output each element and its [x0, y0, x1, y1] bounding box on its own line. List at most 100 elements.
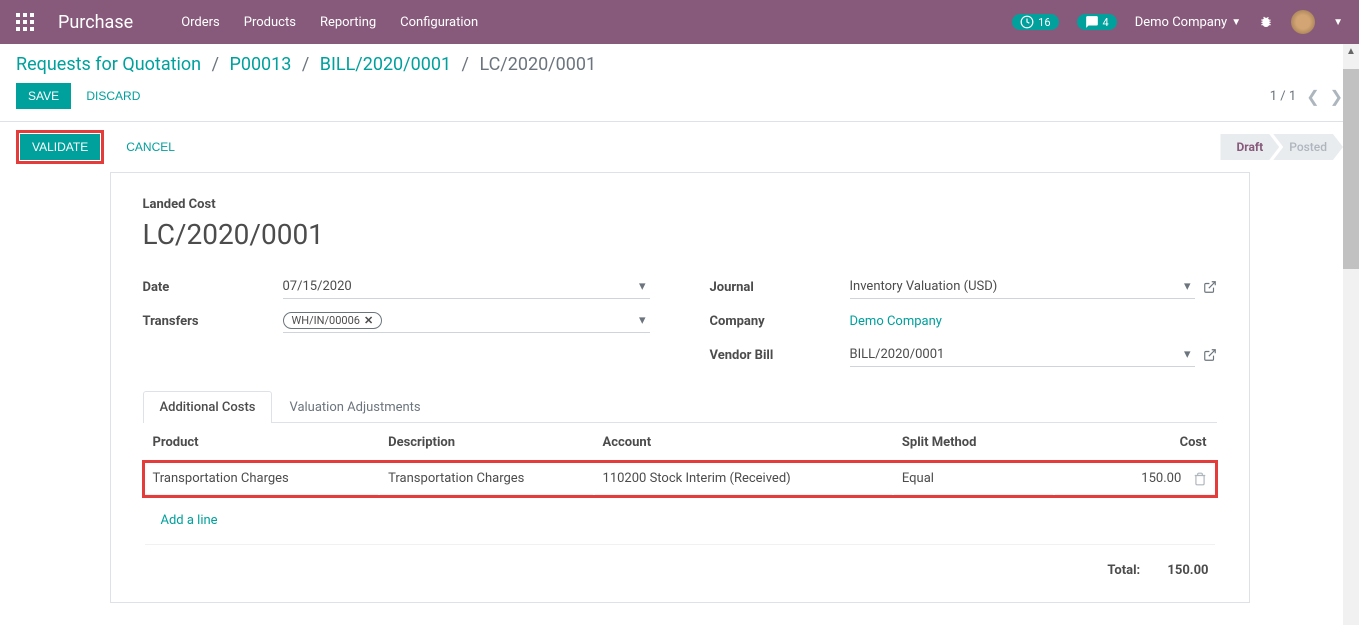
status-posted[interactable]: Posted	[1273, 134, 1343, 160]
cost-value: 150.00	[1141, 471, 1181, 486]
topbar-right: 16 4 Demo Company ▼ ▼	[1012, 10, 1343, 34]
company-link[interactable]: Demo Company	[850, 309, 1217, 333]
messages-count: 4	[1103, 16, 1109, 29]
journal-value: Inventory Valuation (USD)	[850, 279, 998, 294]
table-row[interactable]: Transportation Charges Transportation Ch…	[145, 463, 1215, 495]
pager: 1 / 1 ❮ ❯	[1270, 87, 1343, 106]
delete-row-icon[interactable]	[1193, 471, 1207, 486]
add-line-row: Add a line	[145, 497, 1215, 545]
tab-additional-costs[interactable]: Additional Costs	[143, 391, 273, 423]
vendor-bill-value: BILL/2020/0001	[850, 347, 945, 362]
form-col-left: Date 07/15/2020 ▾ Transfers WH/IN/00006 …	[143, 275, 650, 367]
form-title: LC/2020/0001	[143, 218, 1217, 251]
validate-button[interactable]: Validate	[20, 134, 100, 160]
nav-configuration[interactable]: Configuration	[400, 15, 478, 30]
vendor-bill-external-link-icon[interactable]	[1203, 348, 1217, 363]
app-title[interactable]: Purchase	[58, 12, 133, 33]
caret-down-icon: ▼	[1231, 17, 1241, 28]
field-date: Date 07/15/2020 ▾	[143, 275, 650, 299]
scroll-up-icon[interactable]: ▲	[1343, 44, 1359, 59]
save-button[interactable]: Save	[16, 83, 71, 109]
date-label: Date	[143, 280, 283, 295]
total-row: Total: 150.00	[143, 547, 1217, 578]
th-product: Product	[145, 425, 379, 461]
form-col-right: Journal Inventory Valuation (USD) ▾ Comp…	[710, 275, 1217, 367]
activity-count: 16	[1038, 16, 1050, 29]
journal-external-link-icon[interactable]	[1203, 280, 1217, 295]
cell-split-method[interactable]: Equal	[894, 463, 1053, 495]
nav-reporting[interactable]: Reporting	[320, 15, 376, 30]
journal-label: Journal	[710, 280, 850, 295]
tabs: Additional Costs Valuation Adjustments	[143, 391, 1217, 423]
breadcrumb-current: LC/2020/0001	[479, 54, 596, 75]
status-left: Validate Cancel	[16, 130, 187, 164]
breadcrumb-bill[interactable]: BILL/2020/0001	[320, 54, 451, 75]
total-value: 150.00	[1167, 563, 1208, 578]
transfers-label: Transfers	[143, 314, 283, 329]
th-description: Description	[380, 425, 592, 461]
breadcrumb-sep: /	[302, 54, 309, 75]
company-selector[interactable]: Demo Company ▼	[1135, 15, 1241, 30]
journal-input[interactable]: Inventory Valuation (USD) ▾	[850, 275, 1195, 299]
scrollbar-thumb[interactable]	[1343, 69, 1359, 269]
cost-table: Product Description Account Split Method…	[143, 423, 1217, 547]
form-row: Date 07/15/2020 ▾ Transfers WH/IN/00006 …	[143, 275, 1217, 367]
user-avatar[interactable]	[1291, 10, 1315, 34]
date-value: 07/15/2020	[283, 279, 352, 294]
nav-orders[interactable]: Orders	[181, 15, 220, 30]
form-sheet: Landed Cost LC/2020/0001 Date 07/15/2020…	[110, 172, 1250, 603]
nav-menu: Orders Products Reporting Configuration	[181, 15, 1012, 30]
vendor-bill-input[interactable]: BILL/2020/0001 ▾	[850, 343, 1195, 367]
pager-text: 1 / 1	[1270, 89, 1296, 104]
field-company: Company Demo Company	[710, 309, 1217, 333]
status-draft[interactable]: Draft	[1220, 134, 1279, 160]
th-cost: Cost	[1055, 425, 1214, 461]
user-menu-caret[interactable]: ▼	[1333, 17, 1343, 28]
breadcrumb: Requests for Quotation / P00013 / BILL/2…	[16, 54, 596, 75]
transfers-input[interactable]: WH/IN/00006 ✕ ▾	[283, 309, 650, 333]
company-label: Company	[710, 314, 850, 329]
cell-cost[interactable]: 150.00	[1055, 463, 1214, 495]
tab-valuation-adjustments[interactable]: Valuation Adjustments	[272, 391, 437, 423]
status-steps: Draft Posted	[1220, 134, 1343, 160]
date-dropdown-icon[interactable]: ▾	[635, 279, 650, 294]
scrollbar[interactable]: ▲	[1343, 44, 1359, 625]
clock-icon	[1020, 15, 1034, 29]
action-left: Save Discard	[16, 83, 152, 109]
th-split-method: Split Method	[894, 425, 1053, 461]
form-title-label: Landed Cost	[143, 197, 1217, 212]
chat-icon	[1085, 15, 1099, 29]
topbar: Purchase Orders Products Reporting Confi…	[0, 0, 1359, 44]
validate-highlight: Validate	[16, 130, 104, 164]
debug-icon[interactable]	[1259, 15, 1273, 30]
activity-badge[interactable]: 16	[1012, 14, 1058, 30]
vendor-bill-dropdown-icon[interactable]: ▾	[1180, 347, 1195, 362]
messages-badge[interactable]: 4	[1077, 14, 1117, 30]
cell-description[interactable]: Transportation Charges	[380, 463, 592, 495]
action-bar: Save Discard 1 / 1 ❮ ❯	[0, 75, 1359, 122]
field-journal: Journal Inventory Valuation (USD) ▾	[710, 275, 1217, 299]
nav-products[interactable]: Products	[244, 15, 296, 30]
th-account: Account	[595, 425, 892, 461]
total-label: Total:	[1107, 563, 1140, 578]
cell-product[interactable]: Transportation Charges	[145, 463, 379, 495]
field-vendor-bill: Vendor Bill BILL/2020/0001 ▾	[710, 343, 1217, 367]
breadcrumb-rfq[interactable]: Requests for Quotation	[16, 54, 201, 75]
pager-next-icon[interactable]: ❯	[1330, 87, 1343, 106]
cell-account[interactable]: 110200 Stock Interim (Received)	[595, 463, 892, 495]
breadcrumb-po[interactable]: P00013	[229, 54, 291, 75]
cancel-button[interactable]: Cancel	[114, 130, 187, 164]
status-bar: Validate Cancel Draft Posted	[0, 122, 1359, 172]
discard-button[interactable]: Discard	[74, 83, 152, 109]
journal-dropdown-icon[interactable]: ▾	[1180, 279, 1195, 294]
add-line-link[interactable]: Add a line	[153, 505, 226, 536]
date-input[interactable]: 07/15/2020 ▾	[283, 275, 650, 299]
transfers-dropdown-icon[interactable]: ▾	[635, 313, 650, 328]
breadcrumb-sep: /	[462, 54, 469, 75]
transfer-tag[interactable]: WH/IN/00006 ✕	[283, 312, 383, 329]
tag-remove-icon[interactable]: ✕	[364, 314, 373, 327]
company-label: Demo Company	[1135, 15, 1227, 30]
transfer-tag-label: WH/IN/00006	[292, 314, 360, 327]
pager-prev-icon[interactable]: ❮	[1306, 87, 1319, 106]
apps-icon[interactable]	[16, 13, 34, 31]
